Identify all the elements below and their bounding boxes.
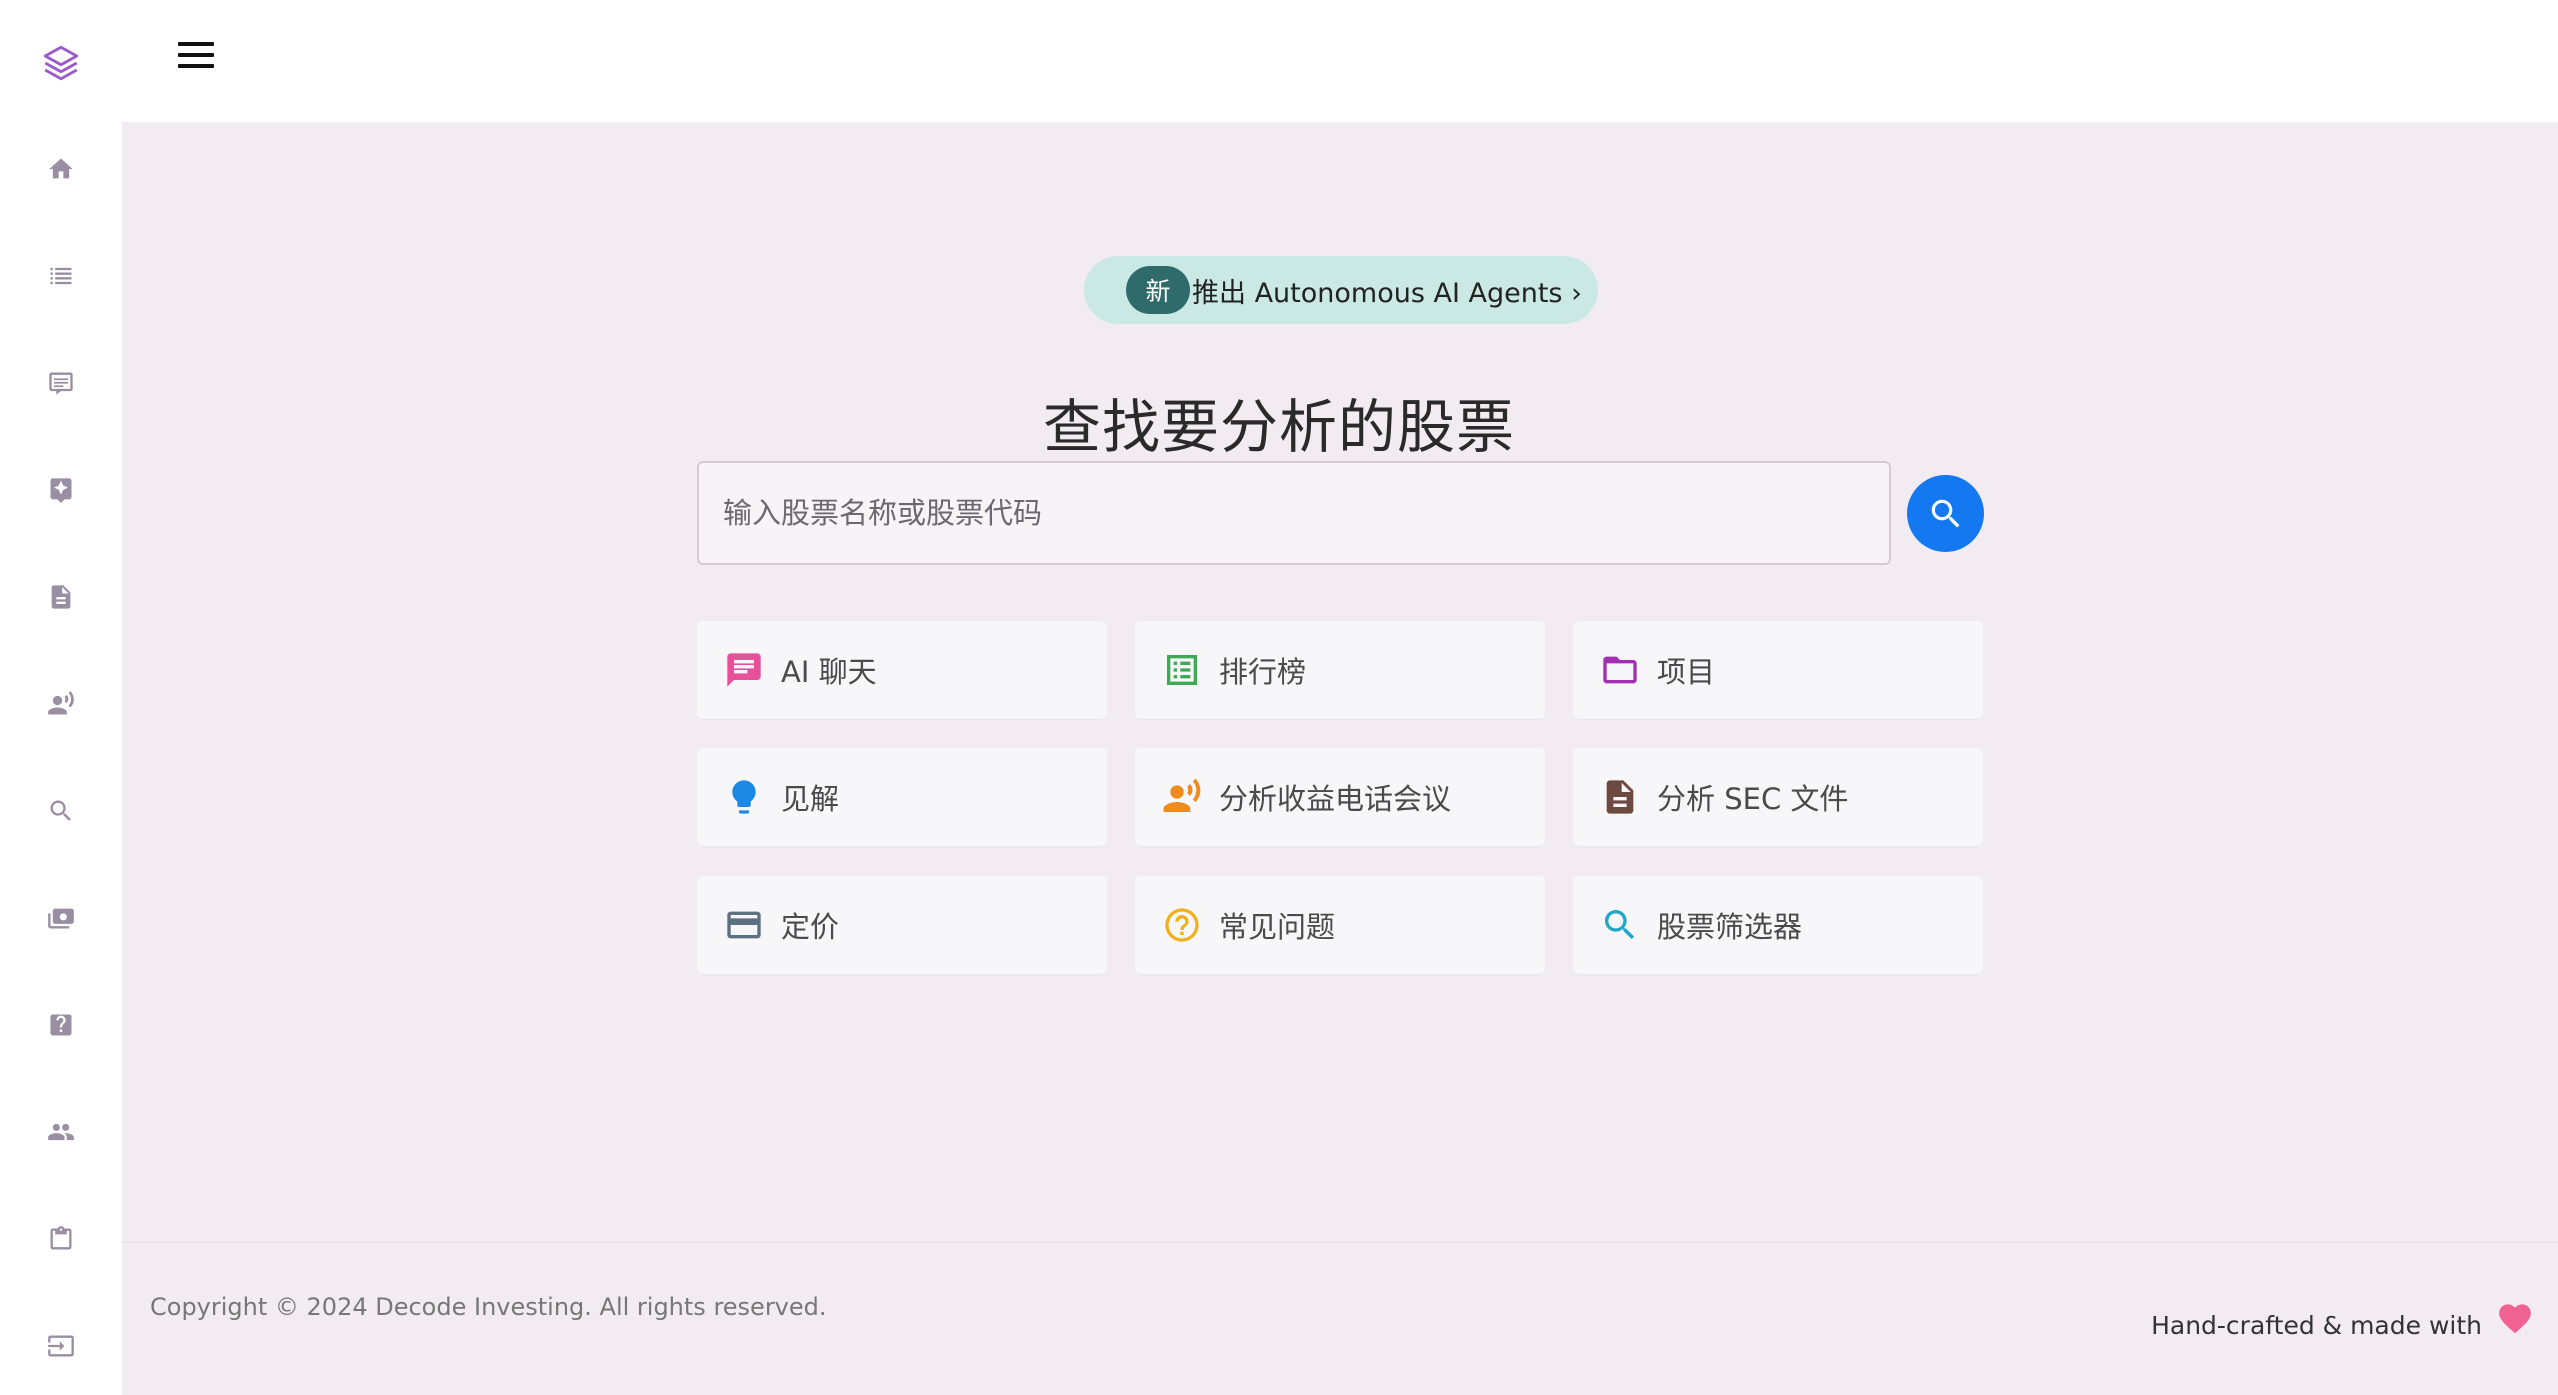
card-faq[interactable]: 常见问题 — [1135, 876, 1545, 974]
top-bar — [122, 0, 2558, 122]
document-icon — [1599, 776, 1641, 818]
search-icon — [1599, 904, 1641, 946]
sidebar — [0, 0, 122, 1394]
help-circle-icon — [1161, 904, 1203, 946]
lightbulb-icon — [723, 776, 765, 818]
card-label: 常见问题 — [1219, 910, 1336, 944]
handcrafted-text: Hand-crafted & made with — [2151, 1311, 2482, 1340]
announcement-banner[interactable]: 新 推出 Autonomous AI Agents › — [1084, 256, 1598, 324]
list-icon — [1161, 649, 1203, 691]
stock-search-input[interactable] — [697, 461, 1891, 565]
logout-icon[interactable] — [46, 1331, 76, 1361]
folder-icon — [1599, 649, 1641, 691]
card-label: AI 聊天 — [781, 655, 877, 689]
card-label: 项目 — [1657, 655, 1716, 689]
card-label: 定价 — [781, 910, 840, 944]
card-earnings-calls[interactable]: 分析收益电话会议 — [1135, 748, 1545, 846]
card-insights[interactable]: 见解 — [697, 748, 1107, 846]
speaker-icon — [1161, 776, 1203, 818]
copyright-text: Copyright © 2024 Decode Investing. All r… — [150, 1293, 827, 1321]
card-ai-chat[interactable]: AI 聊天 — [697, 621, 1107, 719]
clipboard-icon[interactable] — [46, 1224, 76, 1254]
search-button[interactable] — [1907, 475, 1984, 552]
page-title: 查找要分析的股票 — [1042, 393, 1515, 461]
search-icon — [1931, 499, 1959, 527]
menu-toggle-icon[interactable] — [178, 42, 214, 72]
card-label: 排行榜 — [1219, 655, 1307, 689]
speaker-icon[interactable] — [46, 689, 76, 719]
card-label: 见解 — [781, 782, 840, 816]
card-sec-filings[interactable]: 分析 SEC 文件 — [1573, 748, 1983, 846]
announcement-text: 推出 Autonomous AI Agents › — [1192, 277, 1582, 309]
insight-icon[interactable] — [46, 475, 76, 505]
help-icon[interactable] — [46, 1010, 76, 1040]
chat-icon — [723, 649, 765, 691]
document-icon[interactable] — [46, 582, 76, 612]
card-label: 股票筛选器 — [1657, 910, 1803, 944]
users-icon[interactable] — [46, 1117, 76, 1147]
search-icon[interactable] — [46, 796, 76, 826]
heart-icon — [2499, 1304, 2531, 1334]
logo-layers-icon[interactable] — [40, 42, 82, 84]
card-label: 分析 SEC 文件 — [1657, 782, 1849, 816]
card-label: 分析收益电话会议 — [1219, 782, 1452, 816]
card-projects[interactable]: 项目 — [1573, 621, 1983, 719]
footer: Copyright © 2024 Decode Investing. All r… — [122, 1242, 2558, 1395]
pricing-icon[interactable] — [46, 903, 76, 933]
card-pricing[interactable]: 定价 — [697, 876, 1107, 974]
new-badge: 新 — [1126, 266, 1190, 314]
card-stock-screener[interactable]: 股票筛选器 — [1573, 876, 1983, 974]
credit-card-icon — [723, 904, 765, 946]
card-leaderboard[interactable]: 排行榜 — [1135, 621, 1545, 719]
list-icon[interactable] — [46, 261, 76, 291]
home-icon[interactable] — [46, 154, 76, 184]
